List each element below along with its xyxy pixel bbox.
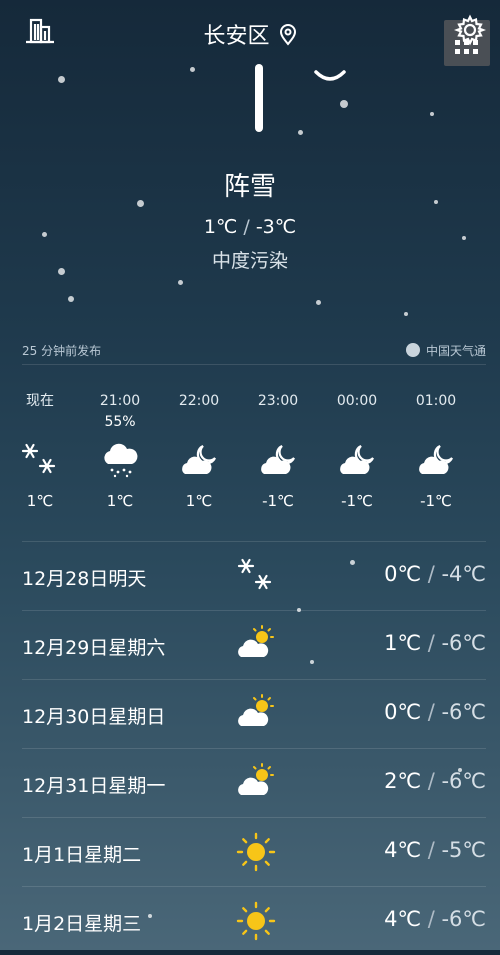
day-high: 0℃ — [384, 700, 422, 724]
day-high: 1℃ — [384, 631, 422, 655]
range-separator: / — [421, 838, 442, 862]
day-low: -6℃ — [441, 769, 486, 793]
publish-info-row: 25 分钟前发布 中国天气通 — [22, 342, 486, 365]
location-title[interactable]: 长安区 — [0, 18, 500, 52]
hourly-item[interactable]: 01:00 -1℃ — [396, 390, 476, 510]
daily-row[interactable]: 12月31日星期一 2℃ / -6℃ — [22, 748, 486, 817]
daily-row[interactable]: 12月28日明天 0℃ / -4℃ — [22, 541, 486, 610]
location-name: 长安区 — [203, 24, 270, 49]
day-date: 12月29日星期六 — [22, 637, 166, 659]
day-temp-range: 0℃ / -6℃ — [384, 700, 486, 724]
day-date: 12月31日星期一 — [22, 775, 166, 797]
current-temperature-display — [0, 60, 500, 140]
hour-time: 21:00 — [99, 393, 141, 409]
day-temp-range: 4℃ / -5℃ — [384, 838, 486, 862]
hour-precip — [0, 412, 80, 432]
range-separator: / — [237, 216, 256, 238]
snow-icon — [232, 552, 280, 600]
hour-precip — [238, 412, 318, 432]
hourly-item[interactable]: 22:00 1℃ — [159, 390, 239, 510]
today-high: 1℃ — [203, 216, 238, 238]
hourly-item[interactable]: 23:00 -1℃ — [238, 390, 318, 510]
hourly-item[interactable]: 21:00 55% 1℃ — [80, 390, 160, 510]
hour-precip — [159, 412, 239, 432]
day-low: -4℃ — [441, 562, 486, 586]
hour-precip: 55% — [104, 414, 136, 430]
day-date: 12月28日明天 — [22, 568, 147, 590]
snowflake-particle — [178, 280, 183, 285]
hourly-item[interactable]: 现在 1℃ — [0, 390, 80, 510]
hour-time: 现在 — [26, 393, 54, 409]
daily-row[interactable]: 1月1日星期二 4℃ / -5℃ — [22, 817, 486, 886]
day-date: 12月30日星期日 — [22, 706, 166, 728]
day-date: 1月2日星期三 — [22, 913, 142, 935]
partly-cloudy-icon — [232, 759, 280, 807]
day-high: 4℃ — [384, 838, 422, 862]
partly-cloudy-icon — [232, 690, 280, 738]
publish-time: 25 分钟前发布 — [22, 344, 102, 358]
snowflake-particle — [68, 296, 74, 302]
range-separator: / — [421, 907, 442, 931]
hour-temp: -1℃ — [341, 492, 373, 510]
range-separator: / — [421, 700, 442, 724]
day-high: 0℃ — [384, 562, 422, 586]
hourly-forecast[interactable]: 现在 1℃ 21:00 55% 1℃ 22:00 1℃ 23:00 -1℃ 00… — [0, 390, 500, 530]
day-high: 4℃ — [384, 907, 422, 931]
cloud-moon-icon — [396, 432, 476, 488]
hourly-item[interactable]: 00:00 -1℃ — [317, 390, 397, 510]
cloud-moon-icon — [317, 432, 397, 488]
hour-time: 01:00 — [415, 393, 457, 409]
hour-temp: 1℃ — [185, 492, 213, 510]
source-attribution[interactable]: 中国天气通 — [405, 342, 486, 359]
cloud-moon-icon — [238, 432, 318, 488]
daily-row[interactable]: 12月29日星期六 1℃ / -6℃ — [22, 610, 486, 679]
day-date: 1月1日星期二 — [22, 844, 142, 866]
location-pin-icon — [279, 24, 297, 52]
range-separator: / — [421, 769, 442, 793]
day-temp-range: 4℃ / -6℃ — [384, 907, 486, 931]
day-low: -6℃ — [441, 700, 486, 724]
hour-time: 00:00 — [336, 393, 378, 409]
gear-icon[interactable] — [453, 14, 487, 46]
day-temp-range: 1℃ / -6℃ — [384, 631, 486, 655]
air-quality[interactable]: 中度污染 — [0, 246, 500, 273]
temperature-digit — [255, 64, 263, 132]
cloud-snow-icon — [80, 432, 160, 488]
day-low: -6℃ — [441, 907, 486, 931]
snow-icon — [0, 432, 80, 488]
day-temp-range: 0℃ / -4℃ — [384, 562, 486, 586]
hour-temp: 1℃ — [106, 492, 134, 510]
today-low: -3℃ — [255, 216, 297, 238]
day-low: -6℃ — [441, 631, 486, 655]
range-separator: / — [421, 631, 442, 655]
hour-temp: -1℃ — [262, 492, 294, 510]
current-condition: 阵雪 — [223, 172, 276, 202]
sun-icon — [232, 828, 280, 876]
snowflake-particle — [316, 300, 321, 305]
partly-cloudy-icon — [232, 621, 280, 669]
sun-icon — [232, 897, 280, 945]
weather-source-logo-icon — [405, 343, 420, 357]
day-temp-range: 2℃ / -6℃ — [384, 769, 486, 793]
day-high: 2℃ — [384, 769, 422, 793]
today-temperature-range: 1℃ / -3℃ — [0, 216, 500, 238]
hour-time: 23:00 — [257, 393, 299, 409]
hour-precip — [396, 412, 476, 432]
day-low: -5℃ — [441, 838, 486, 862]
daily-row[interactable]: 1月2日星期三 4℃ / -6℃ — [22, 886, 486, 955]
hour-temp: 1℃ — [26, 492, 54, 510]
top-bar: 长安区 — [0, 0, 500, 66]
cloud-moon-icon — [159, 432, 239, 488]
daily-row[interactable]: 12月30日星期日 0℃ / -6℃ — [22, 679, 486, 748]
snowflake-particle — [404, 312, 408, 316]
hour-time: 22:00 — [178, 393, 220, 409]
source-name: 中国天气通 — [425, 344, 486, 358]
hour-temp: -1℃ — [420, 492, 452, 510]
range-separator: / — [421, 562, 442, 586]
hour-precip — [317, 412, 397, 432]
daily-forecast-list: 12月28日明天 0℃ / -4℃ 12月29日星期六 1℃ / -6℃ 12月… — [22, 541, 486, 955]
degree-mark — [314, 70, 346, 81]
